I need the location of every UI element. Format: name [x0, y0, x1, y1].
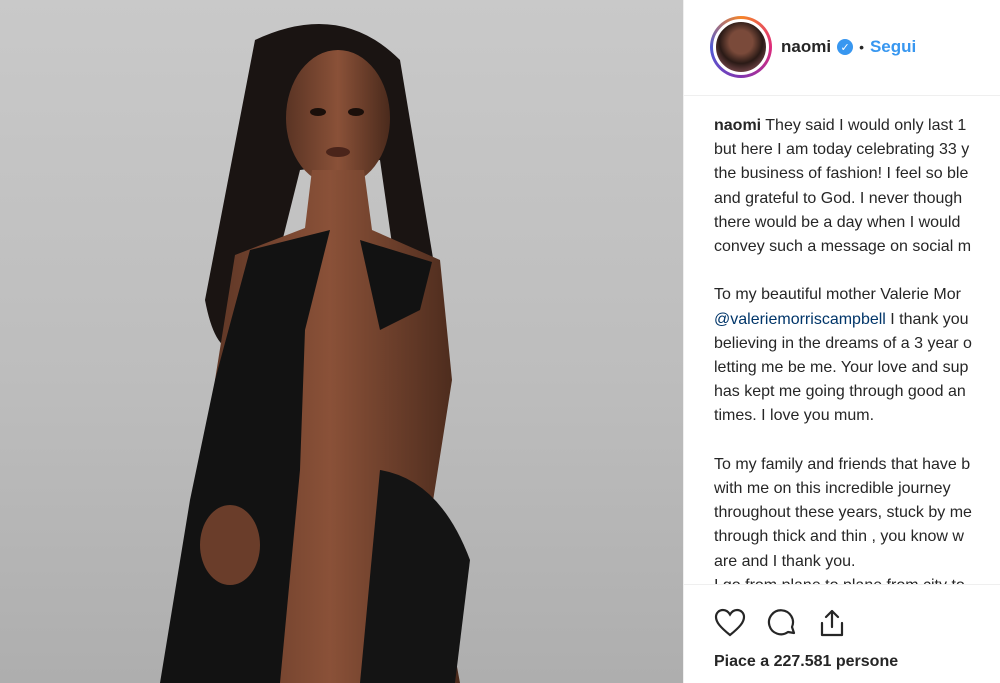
- caption-line: there would be a day when I would: [714, 213, 961, 231]
- user-line: naomi ✓ • Segui: [781, 37, 916, 57]
- action-bar: Piace a 227.581 persone: [684, 584, 1000, 683]
- caption-line: and grateful to God. I never though: [714, 189, 963, 207]
- caption-line: times. I love you mum.: [714, 407, 875, 425]
- caption-line: believing in the dreams of a 3 year o: [714, 334, 972, 352]
- post-header: naomi ✓ • Segui: [684, 0, 1000, 96]
- heart-icon[interactable]: [714, 607, 746, 639]
- caption-line: throughout these years, stuck by me: [714, 504, 972, 522]
- caption-line: but here I am today celebrating 33 y: [714, 141, 970, 159]
- share-icon[interactable]: [816, 607, 848, 639]
- likes-count[interactable]: Piace a 227.581 persone: [714, 653, 898, 671]
- caption-line: the business of fashion! I feel so ble: [714, 165, 969, 183]
- mention-link[interactable]: @valeriemorriscampbell: [714, 311, 886, 328]
- caption-line: @valeriemorriscampbell I thank you: [714, 310, 969, 328]
- verified-icon: ✓: [837, 39, 854, 55]
- post-photo[interactable]: [0, 0, 683, 683]
- comment-icon[interactable]: [766, 607, 798, 639]
- caption: naomi They said I would only last 1 but …: [714, 114, 1000, 598]
- caption-line: with me on this incredible journey: [714, 480, 951, 498]
- username-link[interactable]: naomi: [781, 37, 831, 57]
- caption-line: To my beautiful mother Valerie Mor: [714, 286, 961, 304]
- caption-line: convey such a message on social m: [714, 238, 972, 256]
- caption-author-link[interactable]: naomi: [714, 117, 761, 134]
- avatar[interactable]: [713, 19, 769, 75]
- caption-line: has kept me going through good an: [714, 383, 966, 401]
- model-illustration: [160, 24, 470, 683]
- post-sidebar: naomi ✓ • Segui naomi They said I would …: [683, 0, 1000, 683]
- story-ring[interactable]: [710, 16, 772, 78]
- caption-line: naomi They said I would only last 1: [714, 117, 967, 134]
- caption-line: letting me be me. Your love and sup: [714, 359, 969, 377]
- caption-line: To my family and friends that have b: [714, 455, 971, 473]
- follow-button[interactable]: Segui: [870, 37, 916, 57]
- separator-dot: •: [859, 39, 864, 55]
- caption-line: are and I thank you.: [714, 552, 856, 570]
- caption-line: through thick and thin , you know w: [714, 528, 964, 546]
